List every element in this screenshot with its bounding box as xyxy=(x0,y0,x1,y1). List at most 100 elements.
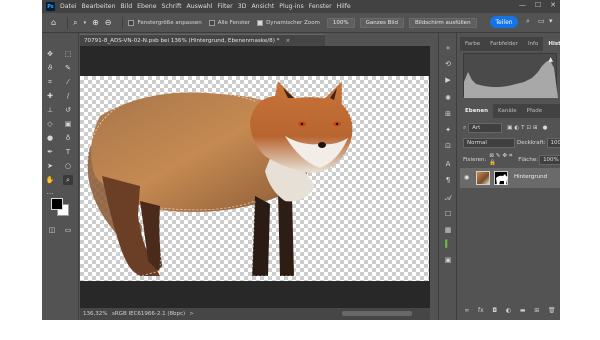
chevron-down-icon[interactable]: ▾ xyxy=(549,17,553,25)
timeline-icon[interactable]: ▣ xyxy=(443,255,453,265)
swatches-icon[interactable]: ▍ xyxy=(443,239,453,249)
type-tool-icon[interactable]: T xyxy=(63,147,73,157)
lasso-tool-icon[interactable]: ϑ xyxy=(45,63,55,73)
filter-toggle-icon[interactable]: ● xyxy=(543,125,548,131)
all-windows-checkbox[interactable]: Alle Fenster xyxy=(208,19,250,26)
menu-plugins[interactable]: Plug-ins xyxy=(279,3,303,10)
marquee-tool-icon[interactable]: ⬚ xyxy=(63,49,73,59)
fit-window-checkbox[interactable]: Fenstergröße anpassen xyxy=(128,19,202,26)
screen-mode-icon[interactable]: ▭ xyxy=(63,225,73,235)
eyedropper-tool-icon[interactable]: ⁄ xyxy=(63,77,73,87)
fx-icon[interactable]: fx xyxy=(478,307,484,314)
close-button[interactable]: ✕ xyxy=(550,1,556,9)
opacity-input[interactable]: 100% xyxy=(546,138,560,148)
brushes-icon[interactable]: ☐ xyxy=(443,209,453,219)
menu-bild[interactable]: Bild xyxy=(121,3,133,10)
document-tab[interactable]: 70791-8_ADS-VN-02-N.psb bei 136% (Hinter… xyxy=(80,34,325,46)
scrubby-zoom-check[interactable] xyxy=(257,19,264,26)
fill-screen-button[interactable]: Bildschirm ausfüllen xyxy=(408,17,477,28)
tab-histogramm[interactable]: Histogramm xyxy=(543,37,560,51)
all-windows-check[interactable] xyxy=(208,19,215,26)
share-button[interactable]: Teilen xyxy=(490,16,518,28)
menu-fenster[interactable]: Fenster xyxy=(309,3,332,10)
gradient-tool-icon[interactable]: ▣ xyxy=(63,119,73,129)
foreground-color-swatch[interactable] xyxy=(51,198,63,210)
healing-brush-tool-icon[interactable]: ✚ xyxy=(45,91,55,101)
zoom-tool-icon[interactable]: ⌕ xyxy=(63,175,73,185)
tab-farbe[interactable]: Farbe xyxy=(460,37,485,51)
menu-3d[interactable]: 3D xyxy=(238,3,247,10)
collapse-icon[interactable]: « xyxy=(443,43,453,53)
menu-filter[interactable]: Filter xyxy=(217,3,232,10)
dodge-tool-icon[interactable]: ♁ xyxy=(63,133,73,143)
brush-tool-icon[interactable]: ∕ xyxy=(63,91,73,101)
crop-tool-icon[interactable]: ⌗ xyxy=(45,77,55,87)
pen-tool-icon[interactable]: ✒ xyxy=(45,147,55,157)
trash-icon[interactable]: 🗑 xyxy=(548,307,556,314)
maximize-button[interactable]: ☐ xyxy=(535,1,541,9)
menu-ansicht[interactable]: Ansicht xyxy=(251,3,274,10)
status-menu-arrow[interactable]: > xyxy=(189,311,194,317)
path-selection-tool-icon[interactable]: ➤ xyxy=(45,161,55,171)
glyphs-icon[interactable]: 𝒜 xyxy=(443,193,453,203)
tab-info[interactable]: Info xyxy=(523,37,543,51)
libraries-icon[interactable]: ⊡ xyxy=(443,141,453,151)
fit-screen-button[interactable]: Ganzes Bild xyxy=(359,17,404,28)
search-icon[interactable]: ⌕ xyxy=(526,17,530,26)
menu-auswahl[interactable]: Auswahl xyxy=(187,3,213,10)
filter-icons[interactable]: ▣◐T⊡⊞ xyxy=(507,125,540,131)
transparent-canvas[interactable] xyxy=(80,76,429,281)
layer-thumbnail[interactable] xyxy=(476,171,490,185)
status-zoom[interactable]: 136,32% xyxy=(80,311,112,317)
character-icon[interactable]: A xyxy=(443,159,453,169)
blur-tool-icon[interactable]: ● xyxy=(45,133,55,143)
adjustments-icon[interactable]: ✺ xyxy=(443,93,453,103)
scrubby-zoom-checkbox[interactable]: Dynamischer Zoom xyxy=(257,19,320,26)
zoom-out-icon[interactable]: ⊖ xyxy=(105,18,112,27)
zoom-in-icon[interactable]: ⊕ xyxy=(92,18,99,27)
shape-tool-icon[interactable]: ○ xyxy=(63,161,73,171)
tab-farbfelder[interactable]: Farbfelder xyxy=(485,37,523,51)
tab-ebenen[interactable]: Ebenen xyxy=(460,104,493,118)
tab-pfade[interactable]: Pfade xyxy=(522,104,548,118)
layer-filter-select[interactable]: Art xyxy=(468,123,503,133)
new-layer-icon[interactable]: ⊞ xyxy=(534,307,539,314)
add-mask-icon[interactable]: ◘ xyxy=(492,307,497,314)
clone-stamp-tool-icon[interactable]: ⊥ xyxy=(45,105,55,115)
zoom-tool-icon[interactable]: ⌕ xyxy=(73,18,77,28)
quick-select-tool-icon[interactable]: ✎ xyxy=(63,63,73,73)
zoom-100-button[interactable]: 100% xyxy=(326,17,355,28)
new-group-icon[interactable]: ▬ xyxy=(520,307,526,314)
workspace-icon[interactable]: ▭ xyxy=(538,17,545,25)
lock-icons[interactable]: ⊠✎✥⌗🔒 xyxy=(489,153,514,166)
menu-datei[interactable]: Datei xyxy=(60,3,77,10)
paragraph-icon[interactable]: ¶ xyxy=(443,175,453,185)
properties-icon[interactable]: ⊞ xyxy=(443,109,453,119)
fill-input[interactable]: 100% xyxy=(539,154,560,165)
paths-icon[interactable]: ✦ xyxy=(443,125,453,135)
adjustment-layer-icon[interactable]: ◐ xyxy=(506,307,511,314)
move-tool-icon[interactable]: ✥ xyxy=(45,49,55,59)
blend-mode-select[interactable]: Normal xyxy=(463,138,515,148)
tab-kanaele[interactable]: Kanäle xyxy=(493,104,522,118)
play-icon[interactable]: ▶ xyxy=(443,75,453,85)
home-icon[interactable]: ⌂ xyxy=(51,18,56,27)
history-brush-tool-icon[interactable]: ↺ xyxy=(63,105,73,115)
hand-tool-icon[interactable]: ✋ xyxy=(45,175,55,185)
eraser-tool-icon[interactable]: ◇ xyxy=(45,119,55,129)
document-canvas-area[interactable] xyxy=(80,46,430,308)
menu-ebene[interactable]: Ebene xyxy=(137,3,156,10)
chevron-down-icon[interactable]: ▾ xyxy=(84,20,87,26)
horizontal-scrollbar[interactable] xyxy=(342,311,412,316)
history-icon[interactable]: ⟲ xyxy=(443,59,453,69)
quick-mask-icon[interactable]: ◫ xyxy=(47,225,57,235)
tool-presets-icon[interactable]: ▦ xyxy=(443,225,453,235)
menu-bearbeiten[interactable]: Bearbeiten xyxy=(82,3,116,10)
close-tab-icon[interactable]: × xyxy=(285,38,290,44)
menu-hilfe[interactable]: Hilfe xyxy=(337,3,351,10)
minimize-button[interactable]: — xyxy=(519,1,526,9)
eye-icon[interactable]: ◉ xyxy=(464,174,469,181)
fit-window-check[interactable] xyxy=(128,19,135,26)
link-layers-icon[interactable]: ∞ xyxy=(464,307,469,314)
warning-icon[interactable]: ▲ xyxy=(548,56,553,63)
